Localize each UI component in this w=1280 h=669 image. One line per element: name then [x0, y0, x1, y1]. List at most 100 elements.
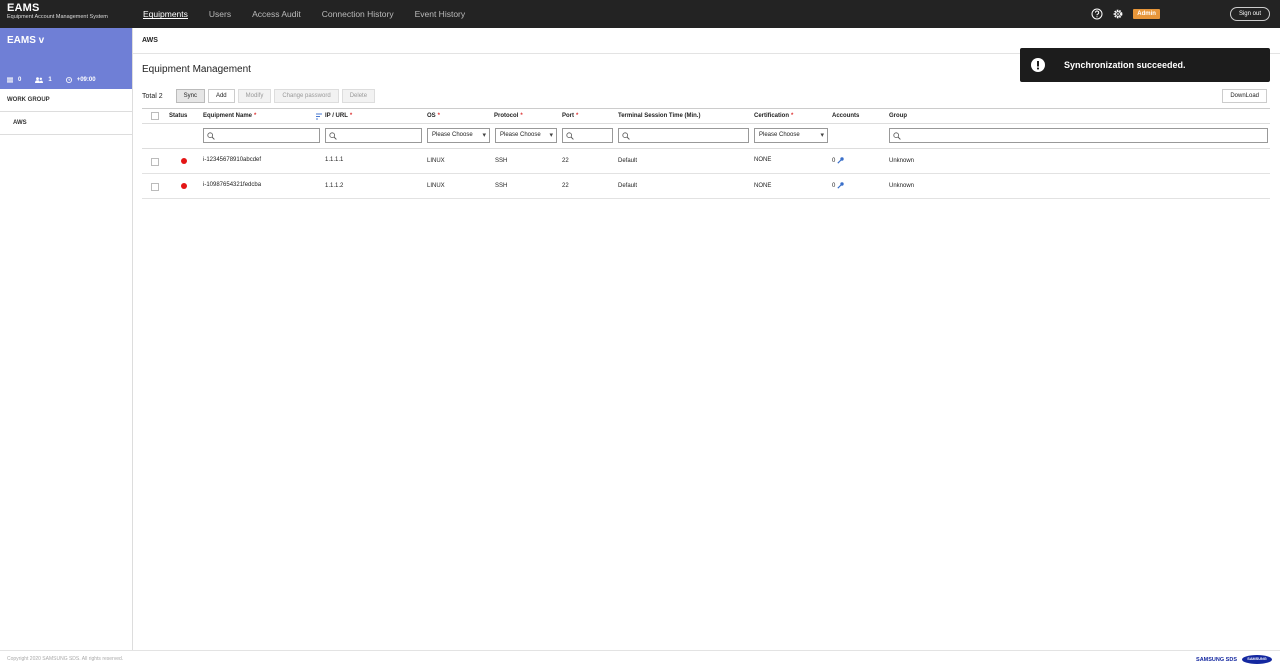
table-header: Status Equipment Name * IP / URL * OS * Pro…	[142, 108, 1270, 124]
cell-os: LINUX	[427, 183, 445, 189]
stat-timezone-value: +09:00	[76, 77, 96, 83]
brand-logo[interactable]: EAMS Equipment Account Management System	[7, 3, 108, 21]
stat-equipments-value: 0	[18, 77, 22, 83]
clock-icon	[65, 77, 72, 83]
col-ip-url[interactable]: IP / URL *	[325, 109, 352, 124]
list-icon	[7, 77, 13, 83]
brand-title: EAMS	[7, 2, 40, 14]
cell-protocol: SSH	[495, 183, 508, 189]
delete-button[interactable]: Delete	[341, 89, 376, 103]
row-checkbox[interactable]	[151, 183, 159, 191]
filter-session-input[interactable]	[618, 128, 749, 143]
search-icon	[207, 132, 215, 140]
status-indicator	[181, 183, 187, 189]
stat-equipments: 0	[7, 77, 21, 83]
search-icon	[566, 132, 574, 140]
stat-users: 1	[35, 77, 52, 83]
cell-port: 22	[562, 158, 569, 164]
change-password-button[interactable]: Change password	[274, 89, 339, 103]
cell-os: LINUX	[427, 158, 445, 164]
col-os[interactable]: OS *	[427, 109, 440, 124]
sign-out-button[interactable]: Sign out	[1229, 7, 1270, 21]
nav-item-equipments[interactable]: Equipments	[143, 0, 188, 28]
users-icon	[35, 77, 44, 83]
col-accounts[interactable]: Accounts	[832, 109, 859, 124]
filter-os-select[interactable]: Please Choose	[427, 128, 490, 143]
copyright-text: Copyright 2020 SAMSUNG SDS. All rights r…	[7, 656, 124, 662]
filter-name-input[interactable]	[203, 128, 320, 143]
nav-item-event-history[interactable]: Event History	[415, 0, 466, 28]
footer: Copyright 2020 SAMSUNG SDS. All rights r…	[0, 650, 1280, 669]
cell-ip: 1.1.1.1	[325, 157, 344, 163]
sidebar: EAMS v 0 1 +09:00 WORK GROUP AWS	[0, 28, 133, 650]
cell-session-time: Default	[618, 158, 638, 164]
footer-logo-text: SAMSUNG SDS	[1196, 656, 1237, 663]
samsung-oval-logo: SAMSUNG	[1242, 655, 1272, 664]
total-count: Total 2	[142, 92, 163, 100]
stat-timezone: +09:00	[65, 77, 96, 83]
cell-accounts[interactable]: 0	[832, 149, 845, 174]
toolbar: Total 2 Sync Add Modify Change password …	[142, 89, 1270, 103]
filter-ip-input[interactable]	[325, 128, 422, 143]
filter-certification-select[interactable]: Please Choose	[754, 128, 828, 143]
toast-notification[interactable]: Synchronization succeeded.	[1020, 48, 1270, 82]
filter-row: Please Choose Please Choose Please Choos…	[142, 124, 1270, 149]
cell-equipment-name[interactable]: i-10987654321fedcba	[203, 173, 261, 198]
col-session-time[interactable]: Terminal Session Time (Min.)	[618, 109, 700, 124]
select-all-checkbox[interactable]	[151, 112, 159, 120]
sidebar-header: EAMS v 0 1 +09:00	[0, 28, 132, 89]
equipment-table: Status Equipment Name * IP / URL * OS * Pro…	[142, 108, 1270, 199]
cell-group: Unknown	[889, 183, 915, 189]
sidebar-stats: 0 1 +09:00	[7, 77, 110, 83]
admin-badge: Admin	[1133, 9, 1160, 19]
table-row[interactable]: i-10987654321fedcba 1.1.1.2 LINUX SSH 22…	[142, 174, 1270, 199]
filter-port-input[interactable]	[562, 128, 613, 143]
cell-group: Unknown	[889, 158, 915, 164]
modify-button[interactable]: Modify	[237, 89, 272, 103]
sidebar-item-aws[interactable]: AWS	[0, 112, 132, 135]
cell-certification: NONE	[754, 183, 772, 189]
samsung-sds-logo: SAMSUNG SDS SAMSUNG	[1196, 655, 1272, 664]
page-title: Equipment Management	[142, 64, 251, 75]
sort-icon[interactable]	[316, 113, 322, 120]
cell-port: 22	[562, 183, 569, 189]
search-icon	[893, 132, 901, 140]
main-content: AWS Equipment Management Total 2 Sync Ad…	[133, 28, 1280, 650]
sync-button[interactable]: Sync	[175, 89, 205, 103]
col-equipment-name[interactable]: Equipment Name *	[203, 109, 256, 124]
cell-session-time: Default	[618, 183, 638, 189]
top-bar: EAMS Equipment Account Management System…	[0, 0, 1280, 28]
nav-item-access-audit[interactable]: Access Audit	[252, 0, 301, 28]
filter-protocol-select[interactable]: Please Choose	[495, 128, 557, 143]
cell-equipment-name[interactable]: i-12345678910abcdef	[203, 148, 261, 173]
cell-protocol: SSH	[495, 158, 508, 164]
stat-users-value: 1	[48, 77, 52, 83]
col-status[interactable]: Status	[169, 109, 187, 124]
download-button[interactable]: DownLoad	[1222, 89, 1267, 103]
brand-subtitle: Equipment Account Management System	[7, 14, 108, 20]
sidebar-title[interactable]: EAMS v	[7, 35, 44, 46]
alert-icon	[1031, 58, 1045, 72]
nav-item-connection-history[interactable]: Connection History	[322, 0, 394, 28]
key-icon[interactable]	[837, 157, 845, 164]
row-checkbox[interactable]	[151, 158, 159, 166]
add-button[interactable]: Add	[207, 89, 235, 103]
cell-accounts[interactable]: 0	[832, 174, 845, 199]
work-group-label: WORK GROUP	[0, 89, 132, 112]
col-protocol[interactable]: Protocol *	[494, 109, 523, 124]
help-icon[interactable]	[1091, 8, 1103, 20]
search-icon	[622, 132, 630, 140]
main-nav: Equipments Users Access Audit Connection…	[143, 0, 486, 28]
toast-message: Synchronization succeeded.	[1064, 60, 1186, 70]
nav-item-users[interactable]: Users	[209, 0, 231, 28]
table-row[interactable]: i-12345678910abcdef 1.1.1.1 LINUX SSH 22…	[142, 149, 1270, 174]
filter-group-input[interactable]	[889, 128, 1268, 143]
col-certification[interactable]: Certification *	[754, 109, 793, 124]
gear-icon[interactable]	[1112, 8, 1124, 20]
col-port[interactable]: Port *	[562, 109, 578, 124]
cell-certification: NONE	[754, 157, 772, 163]
col-group[interactable]: Group	[889, 109, 907, 124]
top-right-actions: Admin Sign out	[1091, 0, 1270, 28]
search-icon	[329, 132, 337, 140]
key-icon[interactable]	[837, 182, 845, 189]
